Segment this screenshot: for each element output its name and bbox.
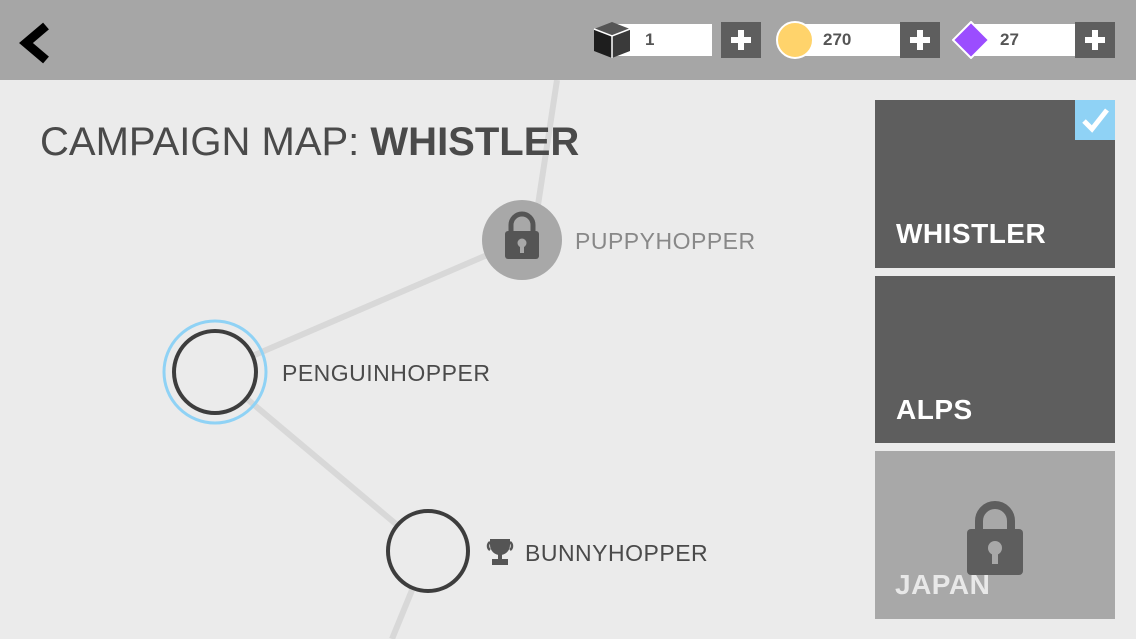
level-label-bunnyhopper[interactable]: BUNNYHOPPER: [525, 540, 708, 567]
level-penguinhopper-button[interactable]: [164, 321, 266, 423]
gem-counter: 27: [952, 21, 1116, 59]
level-puppyhopper-button[interactable]: [482, 200, 562, 280]
map-tile-alps[interactable]: ALPS: [875, 276, 1115, 443]
selected-badge: [1075, 100, 1115, 140]
map-tile-label: ALPS: [896, 394, 973, 425]
add-gems-button[interactable]: [1075, 22, 1115, 58]
cube-count: 1: [645, 30, 655, 49]
map-tile-label: JAPAN: [895, 569, 991, 600]
map-tile-japan[interactable]: JAPAN: [875, 451, 1115, 619]
level-bunnyhopper-button[interactable]: [388, 511, 468, 591]
level-label-penguinhopper[interactable]: PENGUINHOPPER: [282, 360, 490, 387]
add-coins-button[interactable]: [900, 22, 940, 58]
trophy-icon: [486, 539, 514, 565]
chevron-left-icon: [19, 22, 49, 64]
page-title: CAMPAIGN MAP: WHISTLER: [40, 120, 579, 165]
coin-icon: [776, 21, 814, 59]
coin-counter: 270: [775, 21, 941, 59]
title-map-name: WHISTLER: [370, 120, 580, 164]
coin-count: 270: [823, 30, 852, 49]
add-cubes-button[interactable]: [721, 22, 761, 58]
cube-icon: [593, 22, 631, 58]
gem-count: 27: [1000, 30, 1019, 49]
top-bar: 1 270 27: [0, 0, 1136, 80]
map-tile-label: WHISTLER: [896, 218, 1047, 249]
map-tile-whistler[interactable]: WHISTLER: [875, 100, 1115, 268]
lock-icon: [967, 501, 1023, 575]
back-button[interactable]: [14, 20, 58, 66]
gem-icon: [952, 21, 990, 59]
checkmark-icon: [1082, 108, 1109, 133]
title-prefix: CAMPAIGN MAP:: [40, 120, 371, 164]
cube-counter: 1: [590, 22, 762, 58]
level-label-puppyhopper[interactable]: PUPPYHOPPER: [575, 228, 756, 255]
